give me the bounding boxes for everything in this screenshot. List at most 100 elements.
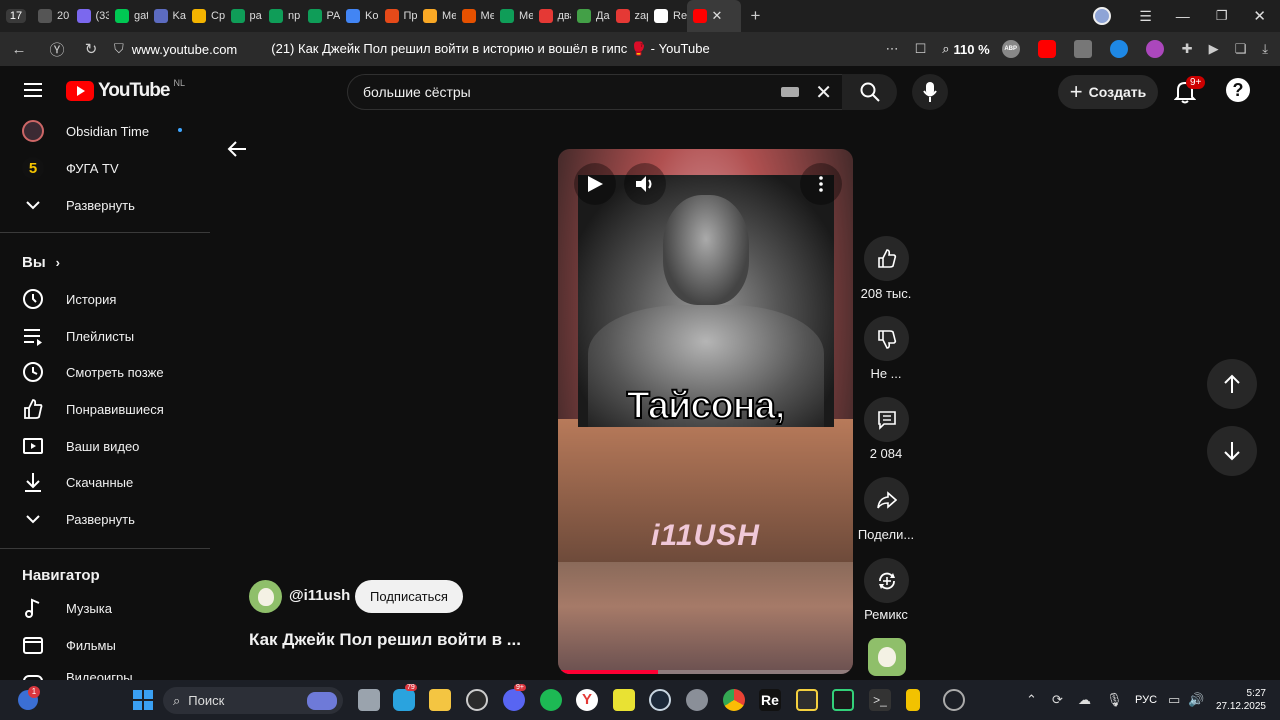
volume-button[interactable] (624, 163, 666, 205)
sidebar-expand-you[interactable]: Развернуть (22, 508, 135, 530)
url-text[interactable]: www.youtube.com (132, 42, 238, 57)
browser-tab[interactable]: Rel (648, 0, 687, 32)
adblock-icon[interactable]: ABP (1001, 40, 1020, 58)
steam-icon[interactable] (649, 689, 671, 711)
sync-icon[interactable]: ⟳ (1052, 692, 1063, 708)
clock[interactable]: 5:27 27.12.2025 (1210, 687, 1266, 713)
screenshot-ext-icon[interactable] (1073, 40, 1092, 58)
sidebar-item-playlists[interactable]: Плейлисты (22, 325, 134, 347)
play-button[interactable] (574, 163, 616, 205)
file-explorer-icon[interactable] (429, 689, 451, 711)
tab-count-wrap[interactable]: 17 (0, 9, 32, 23)
short-title[interactable]: Как Джейк Пол решил войти в ... (249, 630, 521, 650)
zoom-indicator[interactable]: ⌕ 110 % (942, 41, 989, 57)
previous-short-button[interactable] (1207, 359, 1257, 409)
sidebar-item-liked[interactable]: Понравившиеся (22, 398, 164, 420)
channel-handle[interactable]: @i11ush (289, 587, 350, 604)
sidebar-item-games[interactable]: Видеоигры (22, 670, 133, 680)
keyboard-icon[interactable] (781, 87, 800, 97)
next-short-button[interactable] (1207, 426, 1257, 476)
channel-avatar[interactable] (249, 580, 282, 613)
reaper-icon[interactable]: Re (759, 689, 781, 711)
browser-tab[interactable]: Ме (456, 0, 494, 32)
minimize-icon[interactable]: — (1176, 8, 1190, 24)
network-app-icon[interactable] (943, 689, 965, 711)
browser-tab[interactable]: Cp (186, 0, 225, 32)
start-button[interactable] (133, 690, 153, 710)
profile-avatar-icon[interactable] (1093, 7, 1112, 25)
telegram-icon[interactable]: 79 (393, 684, 417, 711)
browser-tab[interactable]: Ме (494, 0, 533, 32)
new-tab-button[interactable]: + (741, 6, 771, 26)
sidebar-sub-fuga[interactable]: 5 ФУГА TV (22, 157, 119, 179)
search-box[interactable]: большие сёстры ✕ (347, 74, 843, 110)
search-input[interactable]: большие сёстры (363, 84, 781, 100)
taskbar-search[interactable]: ⌕ Поиск (163, 687, 343, 714)
sidebar-item-your-videos[interactable]: Ваши видео (22, 435, 139, 457)
collections-icon[interactable]: ❏ (1235, 41, 1247, 57)
purple-ext-icon[interactable] (1145, 40, 1164, 58)
sidebar-item-history[interactable]: История (22, 288, 116, 310)
voice-search-button[interactable] (912, 74, 948, 110)
search-button[interactable] (842, 74, 897, 110)
android-app-icon[interactable] (832, 689, 854, 711)
speaker-icon[interactable]: 🔊 (1188, 692, 1204, 708)
widgets-icon[interactable]: 1 (18, 686, 40, 710)
comments-button[interactable] (864, 397, 909, 442)
browser-tab[interactable]: Ka (148, 0, 187, 32)
help-icon[interactable]: ? (1226, 78, 1250, 102)
sidebar-item-downloads[interactable]: Скачанные (22, 471, 133, 493)
maximize-icon[interactable]: ❐ (1216, 8, 1228, 24)
download-icon[interactable]: ⤓ (1262, 41, 1268, 57)
remix-button[interactable] (864, 558, 909, 603)
notifications-button[interactable]: 9+ (1173, 76, 1206, 109)
microphone-tray-icon[interactable]: 🎙 (1106, 692, 1123, 708)
browser-tab[interactable]: 20 я (32, 0, 71, 32)
browser-tab[interactable]: PA (302, 0, 340, 32)
back-arrow-icon[interactable] (226, 138, 248, 167)
tab-close-icon[interactable]: ✕ (712, 8, 723, 24)
browser-tab[interactable]: Пр (379, 0, 417, 32)
green-app-icon[interactable] (540, 689, 562, 711)
tab-active-youtube[interactable]: ✕ (686, 0, 741, 32)
yandex-icon[interactable]: Ⓨ (44, 39, 70, 60)
youtube-ext-icon[interactable] (1037, 40, 1056, 58)
sound-thumbnail[interactable] (868, 638, 906, 676)
sidebar-sub-obsidian[interactable]: Obsidian Time (22, 120, 149, 142)
language-indicator[interactable]: РУС (1135, 694, 1157, 706)
you-section-header[interactable]: Вы › (22, 254, 60, 271)
chrome-icon[interactable] (723, 689, 745, 711)
tab-menu-icon[interactable]: ☰ (1139, 8, 1152, 25)
sticky-notes-icon[interactable] (613, 689, 635, 711)
audio-ext-icon[interactable] (1109, 40, 1128, 58)
close-window-icon[interactable]: ✕ (1253, 7, 1266, 25)
browser-tab[interactable]: два (533, 0, 571, 32)
task-view-icon[interactable] (358, 689, 380, 711)
obs-icon[interactable] (466, 689, 488, 711)
like-button[interactable] (864, 236, 909, 281)
share-button[interactable] (864, 477, 909, 522)
sidebar-item-watch-later[interactable]: Смотреть позже (22, 361, 164, 383)
tray-chevron-icon[interactable]: ⌃ (1026, 692, 1037, 708)
sidebar-expand-subs[interactable]: Развернуть (22, 194, 135, 216)
dislike-button[interactable] (864, 316, 909, 361)
browser-tab[interactable]: Ko (340, 0, 379, 32)
cloud-icon[interactable]: ☁ (1078, 692, 1091, 708)
clear-search-icon[interactable]: ✕ (815, 80, 832, 105)
terminal-icon[interactable]: >_ (869, 689, 891, 711)
more-icon[interactable]: ⋯ (886, 41, 899, 57)
media-icon[interactable]: ▶ (1209, 41, 1219, 57)
yellow-app-icon[interactable] (906, 689, 920, 711)
browser-tab[interactable]: zap (610, 0, 648, 32)
bookmark-icon[interactable]: ☐ (915, 41, 927, 57)
monitor-icon[interactable]: ▭ (1168, 692, 1180, 708)
extensions-icon[interactable]: ✚ (1182, 41, 1193, 57)
reload-icon[interactable]: ↻ (78, 40, 104, 58)
browser-tab[interactable]: Да (571, 0, 610, 32)
browser-tab[interactable]: Ме (417, 0, 456, 32)
settings-icon[interactable] (686, 689, 708, 711)
more-options-button[interactable] (800, 163, 842, 205)
browser-tab[interactable]: np (263, 0, 302, 32)
short-video-player[interactable]: Тайсона, i11USH (558, 149, 853, 674)
youtube-logo[interactable]: YouTube NL (66, 78, 185, 102)
